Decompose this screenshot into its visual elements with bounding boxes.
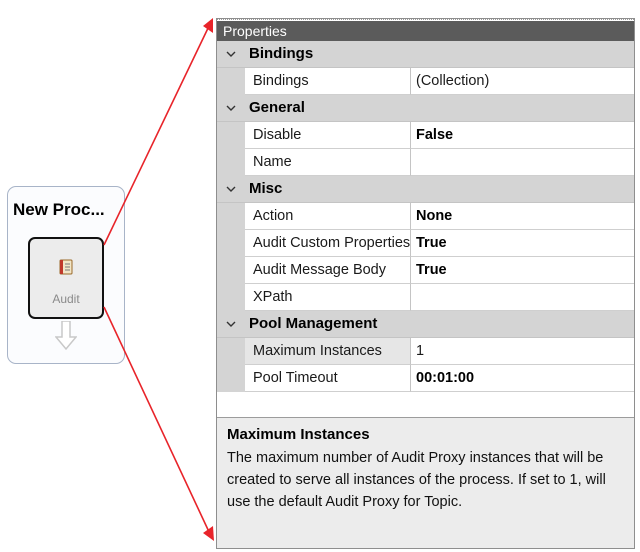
callout-arrowhead-bottom bbox=[203, 526, 214, 541]
property-name[interactable]: Pool Timeout bbox=[245, 365, 411, 392]
property-name[interactable]: XPath bbox=[245, 284, 411, 311]
property-value[interactable]: None bbox=[411, 203, 634, 230]
callout-arrowhead-top bbox=[203, 18, 213, 33]
property-row[interactable]: Maximum Instances 1 bbox=[217, 338, 634, 365]
property-value[interactable]: 00:01:00 bbox=[411, 365, 634, 392]
property-value[interactable] bbox=[411, 149, 634, 176]
property-value[interactable]: True bbox=[411, 257, 634, 284]
properties-title: Properties bbox=[217, 21, 634, 41]
property-row[interactable]: Pool Timeout 00:01:00 bbox=[217, 365, 634, 392]
description-title: Maximum Instances bbox=[227, 426, 370, 443]
category-misc[interactable]: Misc bbox=[217, 176, 634, 203]
category-label: Bindings bbox=[249, 45, 314, 62]
property-row[interactable]: XPath bbox=[217, 284, 634, 311]
property-row[interactable]: Disable False bbox=[217, 122, 634, 149]
property-name[interactable]: Name bbox=[245, 149, 411, 176]
property-value[interactable]: (Collection) bbox=[411, 68, 634, 95]
chevron-down-icon[interactable] bbox=[225, 48, 237, 60]
property-name[interactable]: Disable bbox=[245, 122, 411, 149]
property-row[interactable]: Name bbox=[217, 149, 634, 176]
category-label: Misc bbox=[249, 180, 283, 197]
property-value[interactable]: True bbox=[411, 230, 634, 257]
property-row[interactable]: Bindings (Collection) bbox=[217, 68, 634, 95]
chevron-down-icon[interactable] bbox=[225, 102, 237, 114]
category-pool-management[interactable]: Pool Management bbox=[217, 311, 634, 338]
audit-shape-label: Audit bbox=[52, 292, 80, 306]
chevron-down-icon[interactable] bbox=[225, 318, 237, 330]
category-label: General bbox=[249, 99, 305, 116]
property-name[interactable]: Audit Custom Properties bbox=[245, 230, 411, 257]
grid-empty-area bbox=[217, 403, 634, 413]
category-general[interactable]: General bbox=[217, 95, 634, 122]
audit-book-icon bbox=[59, 259, 73, 275]
property-value[interactable] bbox=[411, 284, 634, 311]
property-value[interactable]: 1 bbox=[411, 338, 634, 365]
flow-down-arrow-icon bbox=[55, 321, 77, 351]
property-row[interactable]: Audit Custom Properties True bbox=[217, 230, 634, 257]
properties-panel: Properties Bindings Bindings (Collection) G… bbox=[216, 18, 635, 549]
property-name[interactable]: Bindings bbox=[245, 68, 411, 95]
category-bindings[interactable]: Bindings bbox=[217, 41, 634, 68]
category-label: Pool Management bbox=[249, 315, 378, 332]
property-row[interactable]: Audit Message Body True bbox=[217, 257, 634, 284]
property-name[interactable]: Maximum Instances bbox=[245, 338, 411, 365]
process-node: New Proc... Audit bbox=[7, 186, 125, 364]
description-text: The maximum number of Audit Proxy instan… bbox=[227, 450, 606, 510]
property-name[interactable]: Action bbox=[245, 203, 411, 230]
property-row[interactable]: Action None bbox=[217, 203, 634, 230]
description-pane: Maximum Instances The maximum number of … bbox=[217, 417, 634, 548]
property-rows: Bindings Bindings (Collection) General Disab… bbox=[217, 41, 634, 392]
property-name[interactable]: Audit Message Body bbox=[245, 257, 411, 284]
chevron-down-icon[interactable] bbox=[225, 183, 237, 195]
process-title: New Proc... bbox=[13, 200, 105, 219]
audit-shape[interactable]: Audit bbox=[28, 237, 104, 319]
property-value[interactable]: False bbox=[411, 122, 634, 149]
